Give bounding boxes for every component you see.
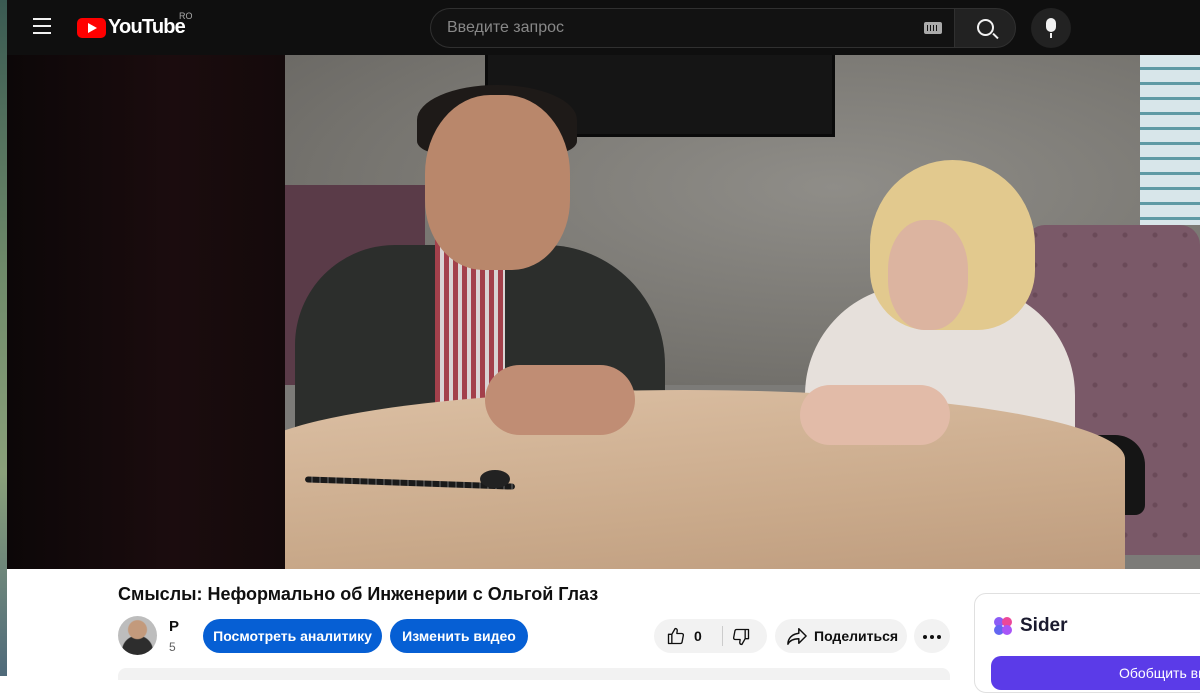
masthead: YouTube RO	[7, 0, 1200, 55]
sider-name: Sider	[1020, 615, 1068, 636]
country-code: RO	[179, 11, 193, 21]
key-fob	[480, 470, 510, 488]
video-frame	[285, 55, 1200, 569]
keyboard-icon[interactable]	[924, 22, 942, 34]
voice-search-button[interactable]	[1031, 8, 1071, 48]
logo-text: YouTube	[108, 16, 186, 38]
youtube-play-icon	[77, 17, 106, 38]
more-actions-button[interactable]	[914, 619, 950, 653]
sider-brain-icon	[994, 617, 1012, 635]
menu-icon[interactable]	[28, 12, 56, 40]
video-player[interactable]	[7, 55, 1200, 569]
search-input[interactable]	[447, 9, 907, 47]
subscriber-count: 5	[169, 640, 176, 654]
share-button[interactable]: Поделиться	[775, 619, 907, 653]
search-box	[430, 8, 954, 48]
more-icon	[923, 635, 941, 639]
summarize-video-button[interactable]: Обобщить видео	[991, 656, 1200, 690]
channel-name[interactable]: P	[169, 618, 179, 635]
view-analytics-button[interactable]: Посмотреть аналитику	[203, 619, 382, 653]
channel-avatar[interactable]	[118, 616, 157, 655]
like-count: 0	[694, 628, 702, 644]
thumbs-down-icon	[732, 628, 750, 646]
woman-hands	[800, 385, 950, 445]
man-head	[425, 95, 570, 270]
desktop-background-edge	[0, 0, 7, 676]
search-button[interactable]	[954, 8, 1016, 48]
like-button[interactable]: 0	[654, 619, 721, 653]
window-blind	[1140, 55, 1200, 225]
sider-panel: Sider Обобщить видео	[974, 593, 1200, 693]
microphone-icon	[1046, 18, 1056, 38]
video-title: Смыслы: Неформально об Инженерии с Ольго…	[118, 584, 599, 604]
thumbs-up-icon	[667, 627, 685, 645]
woman-face	[888, 220, 968, 330]
dislike-button[interactable]	[723, 619, 767, 653]
description-box[interactable]	[118, 668, 950, 680]
edit-video-button[interactable]: Изменить видео	[390, 619, 528, 653]
man-hands	[485, 365, 635, 435]
like-dislike-segment: 0	[654, 619, 767, 653]
youtube-logo[interactable]: YouTube RO	[77, 11, 193, 39]
share-icon	[787, 628, 807, 645]
player-letterbox	[7, 55, 285, 569]
search-icon	[977, 19, 994, 36]
share-label: Поделиться	[814, 628, 899, 644]
